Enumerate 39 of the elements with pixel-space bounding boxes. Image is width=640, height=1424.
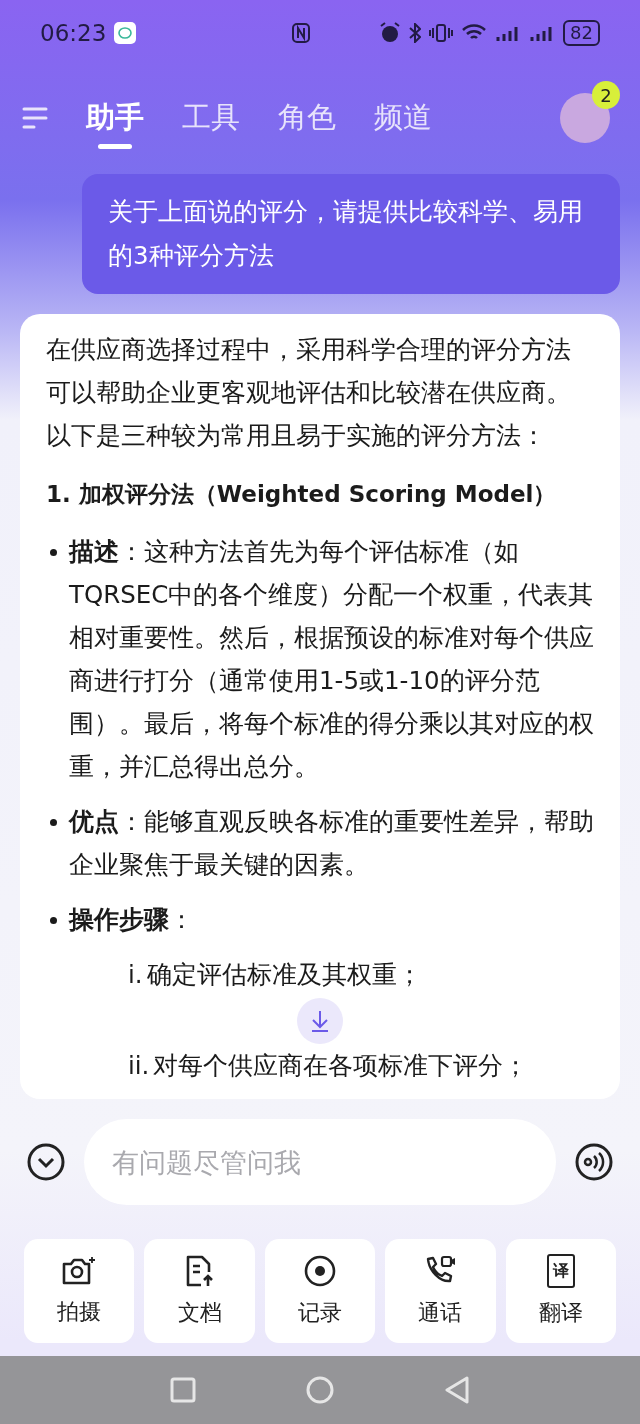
notification-badge: 2 bbox=[592, 81, 620, 109]
translate-icon: 译 bbox=[546, 1253, 575, 1288]
alarm-icon bbox=[379, 22, 402, 44]
voice-button[interactable] bbox=[574, 1142, 614, 1182]
menu-icon[interactable] bbox=[22, 106, 48, 130]
user-message: 关于上面说的评分，请提供比较科学、易用的3种评分方法 bbox=[82, 174, 620, 294]
bullet-text: 优点：能够直观反映各标准的重要性差异，帮助企业聚焦于最关键的因素。 bbox=[69, 806, 594, 881]
section-heading: 1. 加权评分法（Weighted Scoring Model） bbox=[46, 480, 558, 509]
camera-icon bbox=[61, 1254, 98, 1287]
tab[interactable]: 助手 bbox=[86, 99, 144, 149]
answer-paragraph: 在供应商选择过程中，采用科学合理的评分方法可以帮助企业更客观地评估和比较潜在供应商。以下是三种较为常用且易于实施的评分方法： bbox=[46, 334, 572, 452]
nfc-icon bbox=[292, 23, 311, 43]
tool-button[interactable]: 文档 bbox=[144, 1239, 255, 1343]
tool-button[interactable]: 拍摄 bbox=[24, 1239, 135, 1343]
step-text: 对每个供应商在各项标准下评分； bbox=[153, 1050, 529, 1082]
tool-button[interactable]: 记录 bbox=[264, 1239, 376, 1343]
home-icon[interactable] bbox=[306, 1376, 334, 1404]
scroll-down-button[interactable] bbox=[297, 998, 343, 1044]
recent-apps-icon[interactable] bbox=[170, 1377, 196, 1403]
step-text: 确定评估标准及其权重； bbox=[146, 959, 422, 991]
vibrate-icon bbox=[429, 23, 454, 43]
collapse-button[interactable] bbox=[26, 1142, 66, 1182]
arrow-down-icon bbox=[309, 1009, 331, 1033]
back-icon[interactable] bbox=[444, 1376, 470, 1404]
step-number: i. bbox=[128, 959, 143, 991]
record-icon bbox=[303, 1253, 337, 1288]
status-time: 06:23 bbox=[40, 18, 107, 48]
battery-level: 82 bbox=[563, 20, 600, 46]
bullet-text: 描述：这种方法首先为每个评估标准（如TQRSEC中的各个维度）分配一个权重，代表其相对重要性。然后，根据预设的标准对每个供应商进行打分（通常使用1-5或1-10的评分范围）。最后，将每个标准的得分乘以其对应的权重，并汇总得出总分。 bbox=[69, 536, 594, 783]
bullet-icon bbox=[50, 549, 57, 556]
tool-button[interactable]: 译 翻译 bbox=[505, 1239, 617, 1343]
bullet-icon bbox=[50, 819, 57, 826]
step-number: ii. bbox=[128, 1050, 150, 1082]
tool-button[interactable]: 通话 bbox=[385, 1239, 496, 1343]
bluetooth-icon bbox=[409, 23, 422, 43]
chat-notification-icon bbox=[114, 22, 137, 44]
question-input-field[interactable]: 有问题尽管问我 bbox=[84, 1119, 556, 1205]
bullet-icon bbox=[50, 917, 57, 924]
bullet-text: 操作步骤： bbox=[69, 904, 194, 936]
